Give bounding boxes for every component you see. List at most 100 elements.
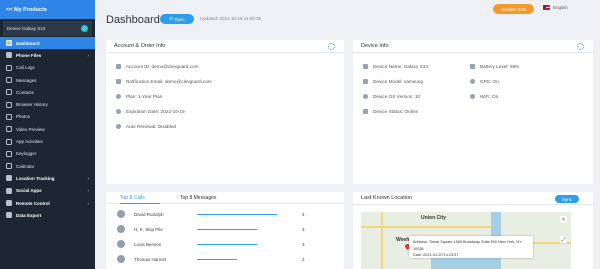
tab-top-calls[interactable]: Top 8 Calls: [120, 195, 145, 201]
updated-timestamp: Updated: 2021-10-19 11:00:39: [200, 16, 261, 21]
fullscreen-icon[interactable]: ⤢: [560, 236, 567, 243]
sidebar-item-label: Video Preview: [16, 126, 45, 132]
gps-row: GPS: On: [470, 79, 499, 84]
device-status-row: Device Status: Online: [363, 109, 418, 114]
plan-icon: [116, 94, 121, 99]
location-map[interactable]: Union City Weeh Address: Times Square,15…: [361, 212, 571, 269]
sidebar-item-data-export[interactable]: Data Export: [0, 209, 95, 221]
sidebar-item-calendar[interactable]: Calendar: [0, 160, 95, 172]
map-road: [381, 212, 383, 269]
sidebar-item-dashboard[interactable]: Dashboard: [0, 37, 95, 50]
sidebar-item-label: Browser History: [16, 102, 48, 108]
sidebar-item-messages[interactable]: Messages: [0, 74, 95, 86]
map-road: [361, 226, 491, 228]
call-count: 4: [302, 211, 305, 217]
chevron-right-icon: ›: [87, 52, 90, 58]
sidebar-item-phone-files[interactable]: Phone Files ›: [0, 49, 95, 61]
call-count: 2: [302, 256, 305, 262]
video-icon: [6, 126, 12, 133]
call-count-bar: [197, 228, 257, 230]
email-icon: [116, 79, 121, 84]
sidebar-item-label: Social Apps: [16, 188, 42, 194]
wifi-icon: [470, 94, 475, 99]
notification-email-row: Notification Email: demo@clevguard.com: [116, 79, 212, 84]
date-text: Date: 2021-01-20 14:23:37: [413, 253, 459, 257]
us-flag-icon: [543, 5, 550, 10]
sync-button[interactable]: ⟳ Sync: [160, 14, 194, 24]
account-id-row: Account ID: demo@clevguard.com: [116, 64, 199, 69]
sidebar-item-call-logs[interactable]: Call Logs: [0, 62, 95, 74]
sidebar-item-label: Call Logs: [16, 65, 35, 71]
sidebar-item-browser-history[interactable]: Browser History: [0, 98, 95, 110]
gps-value: GPS: On: [480, 79, 499, 84]
avatar-icon: [117, 225, 125, 233]
avatar-icon: [117, 255, 125, 263]
message-icon: [6, 77, 12, 84]
top-calls-card: Top 8 Calls Top 8 Messages David Rudolph…: [106, 192, 344, 269]
sidebar-item-label: Photos: [16, 114, 31, 120]
location-card: Last Known Location Sync Union City Weeh…: [353, 192, 593, 269]
call-count: 3: [302, 241, 305, 247]
back-to-products-link[interactable]: << My Products: [0, 0, 95, 19]
call-row[interactable]: H. K. Skip Pile 3: [117, 224, 312, 234]
status-icon: [363, 109, 368, 114]
battery-value: Battery Level: 59%: [480, 64, 520, 69]
device-selector[interactable]: Device Galaxy S10 ✓: [3, 21, 92, 36]
clock-icon: [116, 109, 121, 114]
location-sync-button[interactable]: Sync: [555, 195, 579, 203]
contact-name: Thomas Harmer: [134, 256, 167, 262]
chevron-right-icon: ›: [87, 188, 90, 194]
settings-icon[interactable]: [328, 43, 335, 50]
sidebar-item-contacts[interactable]: Contacts: [0, 86, 95, 98]
address-text: Address: Times Square,1560 Broadway Suit…: [413, 240, 522, 251]
header: Dashboard ⟳ Sync Updated: 2021-10-19 11:…: [95, 0, 600, 34]
remote-icon: [6, 200, 12, 206]
tabs: Top 8 Calls Top 8 Messages: [106, 192, 344, 204]
sidebar-item-app-activities[interactable]: App Activities: [0, 135, 95, 147]
call-row[interactable]: Thomas Harmer 2: [117, 254, 312, 264]
page-title: Dashboard: [106, 14, 160, 26]
monitor-now-button[interactable]: Monitor Now: [493, 4, 534, 14]
back-label: << My Products: [6, 6, 47, 13]
settings-icon[interactable]: [577, 43, 584, 50]
map-label: Union City: [421, 215, 446, 221]
account-icon: [116, 64, 121, 69]
sidebar-item-remote-control[interactable]: Remote Control ›: [0, 197, 95, 209]
avatar-icon: [117, 240, 125, 248]
notification-email: Notification Email: demo@clevguard.com: [126, 79, 212, 84]
sidebar-item-video-preview[interactable]: Video Preview: [0, 123, 95, 135]
browser-icon: [6, 101, 12, 108]
sync-label: Sync: [174, 16, 185, 22]
chevron-right-icon: ›: [87, 200, 90, 206]
map-close-icon[interactable]: ×: [560, 216, 567, 223]
active-tab-indicator: [120, 203, 160, 204]
sidebar-item-label: Remote Control: [16, 200, 50, 206]
call-row[interactable]: Louis Benson 3: [117, 239, 312, 249]
wifi-row: WiFi: On: [470, 94, 498, 99]
sidebar-item-location-tracking[interactable]: Location Tracking ›: [0, 172, 95, 184]
battery-icon: [470, 64, 475, 69]
gps-icon: [470, 79, 475, 84]
os-version-row: Device OS Version: 10: [363, 94, 420, 99]
account-id: Account ID: demo@clevguard.com: [126, 64, 199, 69]
info-icon: [363, 94, 368, 99]
check-icon: ✓: [81, 25, 88, 32]
sidebar-item-label: Contacts: [16, 89, 34, 95]
sidebar-item-label: App Activities: [16, 139, 43, 145]
tab-top-messages[interactable]: Top 8 Messages: [180, 195, 216, 201]
phone-icon: [363, 64, 368, 69]
sidebar-item-photos[interactable]: Photos: [0, 111, 95, 123]
sidebar-item-label: Data Export: [16, 212, 42, 218]
sidebar-item-label: Calendar: [16, 163, 35, 169]
call-row[interactable]: David Rudolph 4: [117, 209, 312, 219]
language-selector[interactable]: English: [543, 5, 568, 10]
contact-name: H. K. Skip Pile: [134, 226, 163, 232]
auto-renewal: Auto Renewal: Disabled: [126, 124, 177, 129]
sidebar-item-keylogger[interactable]: Keylogger: [0, 148, 95, 160]
expiration-row: Expiration Date: 2022-10-19: [116, 109, 185, 114]
avatar-icon: [117, 210, 125, 218]
plan-row: Plan: 1-Year Plan: [116, 94, 162, 99]
call-count: 3: [302, 226, 305, 232]
device-card: Device Info Device Name: Galaxy S10 Devi…: [353, 40, 593, 184]
sidebar-item-social-apps[interactable]: Social Apps ›: [0, 185, 95, 197]
